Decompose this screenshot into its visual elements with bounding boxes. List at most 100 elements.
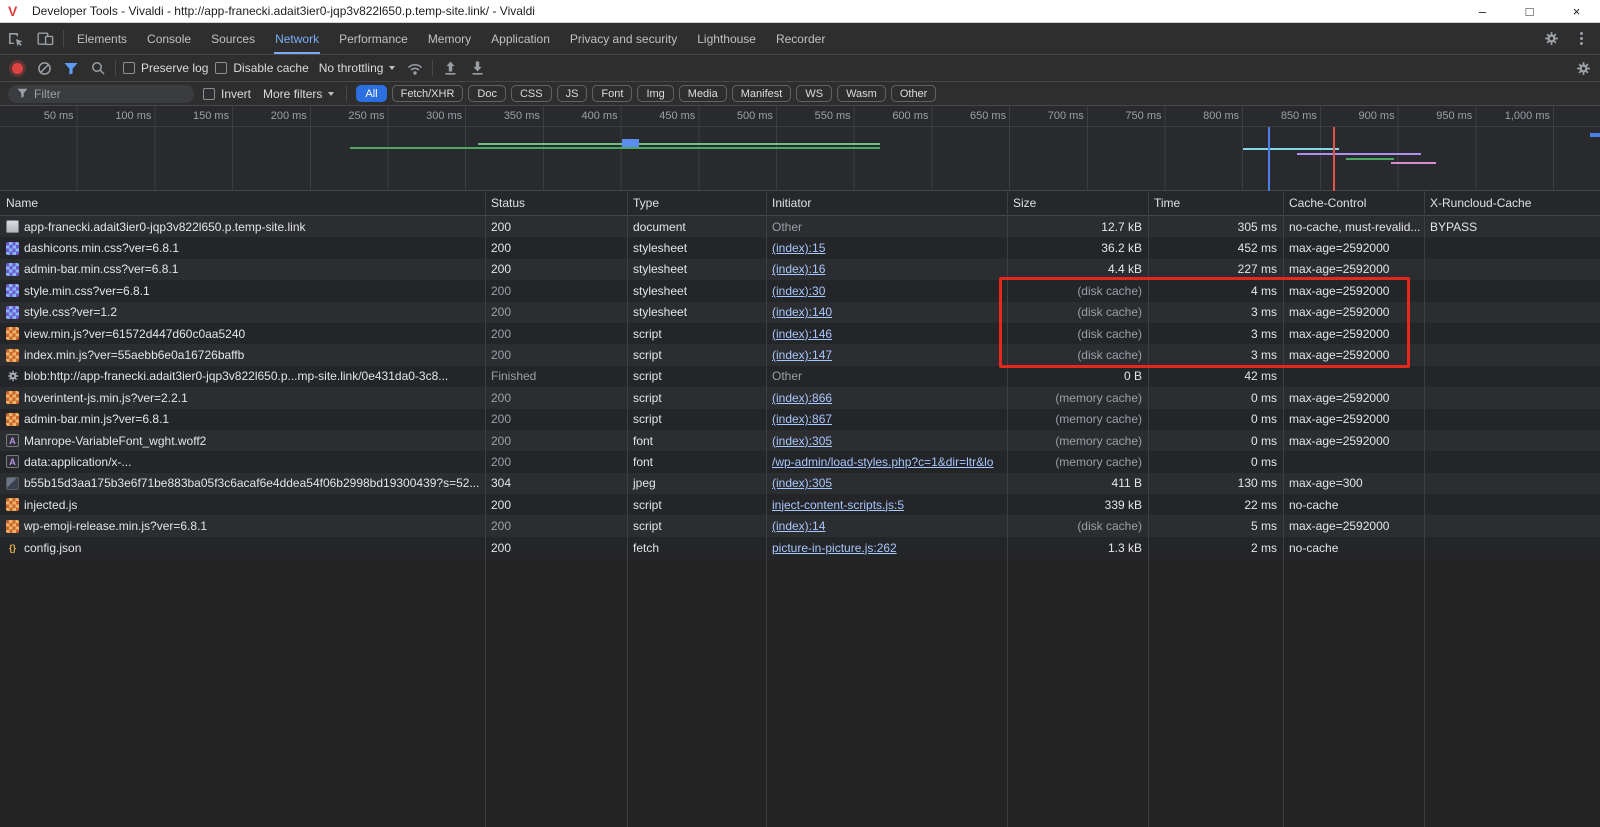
export-har-button[interactable] [467,58,487,78]
minimize-button[interactable]: – [1459,0,1506,22]
table-row[interactable]: blob:http://app-franecki.adait3ier0-jqp3… [0,366,1600,387]
initiator-value[interactable]: (index):16 [772,262,825,276]
initiator-cell: Other [766,366,1007,387]
throttling-select[interactable]: No throttling [316,61,399,75]
initiator-value[interactable]: (index):866 [772,391,832,405]
filter-pill-js[interactable]: JS [557,85,588,102]
table-row[interactable]: wp-emoji-release.min.js?ver=6.8.1200scri… [0,515,1600,536]
name-cell: Manrope-VariableFont_wght.woff2 [0,430,485,451]
table-row[interactable]: style.css?ver=1.2200stylesheet(index):14… [0,302,1600,323]
initiator-value[interactable]: inject-content-scripts.js:5 [772,498,904,512]
filter-pill-all[interactable]: All [356,85,386,102]
clear-button[interactable] [34,58,54,78]
initiator-value: Other [772,369,802,383]
vivaldi-devtools-window: V Developer Tools - Vivaldi - http://app… [0,0,1600,827]
tab-application[interactable]: Application [481,23,560,54]
column-header-status[interactable]: Status [485,196,627,210]
initiator-value[interactable]: (index):305 [772,476,832,490]
tab-elements[interactable]: Elements [67,23,137,54]
table-row[interactable]: dashicons.min.css?ver=6.8.1200stylesheet… [0,237,1600,258]
initiator-value[interactable]: (index):30 [772,284,825,298]
column-separator [627,191,628,827]
invert-checkbox[interactable]: Invert [203,87,251,101]
more-filters-dropdown[interactable]: More filters [260,87,337,101]
more-options-icon[interactable] [1566,37,1596,40]
table-row[interactable]: hoverintent-js.min.js?ver=2.2.1200script… [0,387,1600,408]
disable-cache-checkbox[interactable]: Disable cache [215,61,308,75]
size-cell: (disk cache) [1007,280,1148,301]
checkbox-icon[interactable] [203,88,215,100]
table-row[interactable]: injected.js200scriptinject-content-scrip… [0,494,1600,515]
table-row[interactable]: admin-bar.min.js?ver=6.8.1200script(inde… [0,409,1600,430]
filter-pill-font[interactable]: Font [592,85,632,102]
filter-pill-img[interactable]: Img [637,85,673,102]
table-row[interactable]: config.json200fetchpicture-in-picture.js… [0,537,1600,558]
size-cell: 411 B [1007,473,1148,494]
tab-sources[interactable]: Sources [201,23,265,54]
preserve-log-checkbox[interactable]: Preserve log [123,61,208,75]
column-header-cache-control[interactable]: Cache-Control [1283,196,1424,210]
tab-privacy-and-security[interactable]: Privacy and security [560,23,687,54]
initiator-value[interactable]: (index):305 [772,434,832,448]
network-overview[interactable]: 50 ms100 ms150 ms200 ms250 ms300 ms350 m… [0,106,1600,191]
column-header-size[interactable]: Size [1007,196,1148,210]
initiator-value[interactable]: (index):147 [772,348,832,362]
type-cell: fetch [627,537,766,558]
initiator-value[interactable]: (index):140 [772,305,832,319]
initiator-value[interactable]: (index):146 [772,327,832,341]
devtools-tabs: ElementsConsoleSourcesNetworkPerformance… [67,23,835,54]
filter-pill-ws[interactable]: WS [796,85,832,102]
record-button[interactable] [7,58,27,78]
column-header-name[interactable]: Name [0,196,485,210]
column-header-type[interactable]: Type [627,196,766,210]
filter-input-box[interactable] [8,85,194,103]
filter-pill-fetch-xhr[interactable]: Fetch/XHR [392,85,464,102]
network-settings-gear-icon[interactable] [1573,58,1593,78]
x-runcloud-cache-value: BYPASS [1430,220,1477,234]
filter-input[interactable] [34,87,174,101]
table-row[interactable]: style.min.css?ver=6.8.1200stylesheet(ind… [0,280,1600,301]
table-row[interactable]: app-franecki.adait3ier0-jqp3v822l650.p.t… [0,216,1600,237]
tab-memory[interactable]: Memory [418,23,481,54]
table-row[interactable]: Manrope-VariableFont_wght.woff2200font(i… [0,430,1600,451]
initiator-value[interactable]: /wp-admin/load-styles.php?c=1&dir=ltr&lo [772,455,993,469]
maximize-button[interactable]: □ [1506,0,1553,22]
column-header-initiator[interactable]: Initiator [766,196,1007,210]
import-har-button[interactable] [440,58,460,78]
filter-pill-doc[interactable]: Doc [468,85,506,102]
close-button[interactable]: × [1553,0,1600,22]
network-conditions-icon[interactable] [405,58,425,78]
table-row[interactable]: view.min.js?ver=61572d447d60c0aa5240200s… [0,323,1600,344]
column-header-x-runcloud-cache[interactable]: X-Runcloud-Cache [1424,196,1600,210]
filter-pill-manifest[interactable]: Manifest [732,85,792,102]
table-row[interactable]: admin-bar.min.css?ver=6.8.1200stylesheet… [0,259,1600,280]
tab-lighthouse[interactable]: Lighthouse [687,23,766,54]
filter-pill-other[interactable]: Other [891,85,937,102]
filter-pill-wasm[interactable]: Wasm [837,85,886,102]
inspect-icon[interactable] [0,23,30,54]
table-row[interactable]: b55b15d3aa175b3e6f71be883ba05f3c6acaf6e4… [0,473,1600,494]
device-toolbar-icon[interactable] [30,23,60,54]
filter-toggle-button[interactable] [61,58,81,78]
tab-recorder[interactable]: Recorder [766,23,835,54]
initiator-value[interactable]: (index):15 [772,241,825,255]
cache-control-value: max-age=2592000 [1289,434,1389,448]
table-row[interactable]: data:application/x-...200font/wp-admin/l… [0,451,1600,472]
initiator-value[interactable]: (index):14 [772,519,825,533]
checkbox-icon[interactable] [215,62,227,74]
search-button[interactable] [88,58,108,78]
settings-gear-icon[interactable] [1536,31,1566,46]
filter-pill-css[interactable]: CSS [511,85,552,102]
checkbox-icon[interactable] [123,62,135,74]
tab-network[interactable]: Network [265,23,329,54]
column-header-time[interactable]: Time [1148,196,1283,210]
filter-pill-media[interactable]: Media [679,85,727,102]
tab-console[interactable]: Console [137,23,201,54]
time-cell: 452 ms [1148,237,1283,258]
initiator-value[interactable]: (index):867 [772,412,832,426]
initiator-value[interactable]: picture-in-picture.js:262 [772,541,897,555]
table-row[interactable]: index.min.js?ver=55aebb6e0a16726baffb200… [0,344,1600,365]
disable-cache-label: Disable cache [233,61,308,75]
x-runcloud-cache-cell [1424,409,1600,430]
tab-performance[interactable]: Performance [329,23,418,54]
